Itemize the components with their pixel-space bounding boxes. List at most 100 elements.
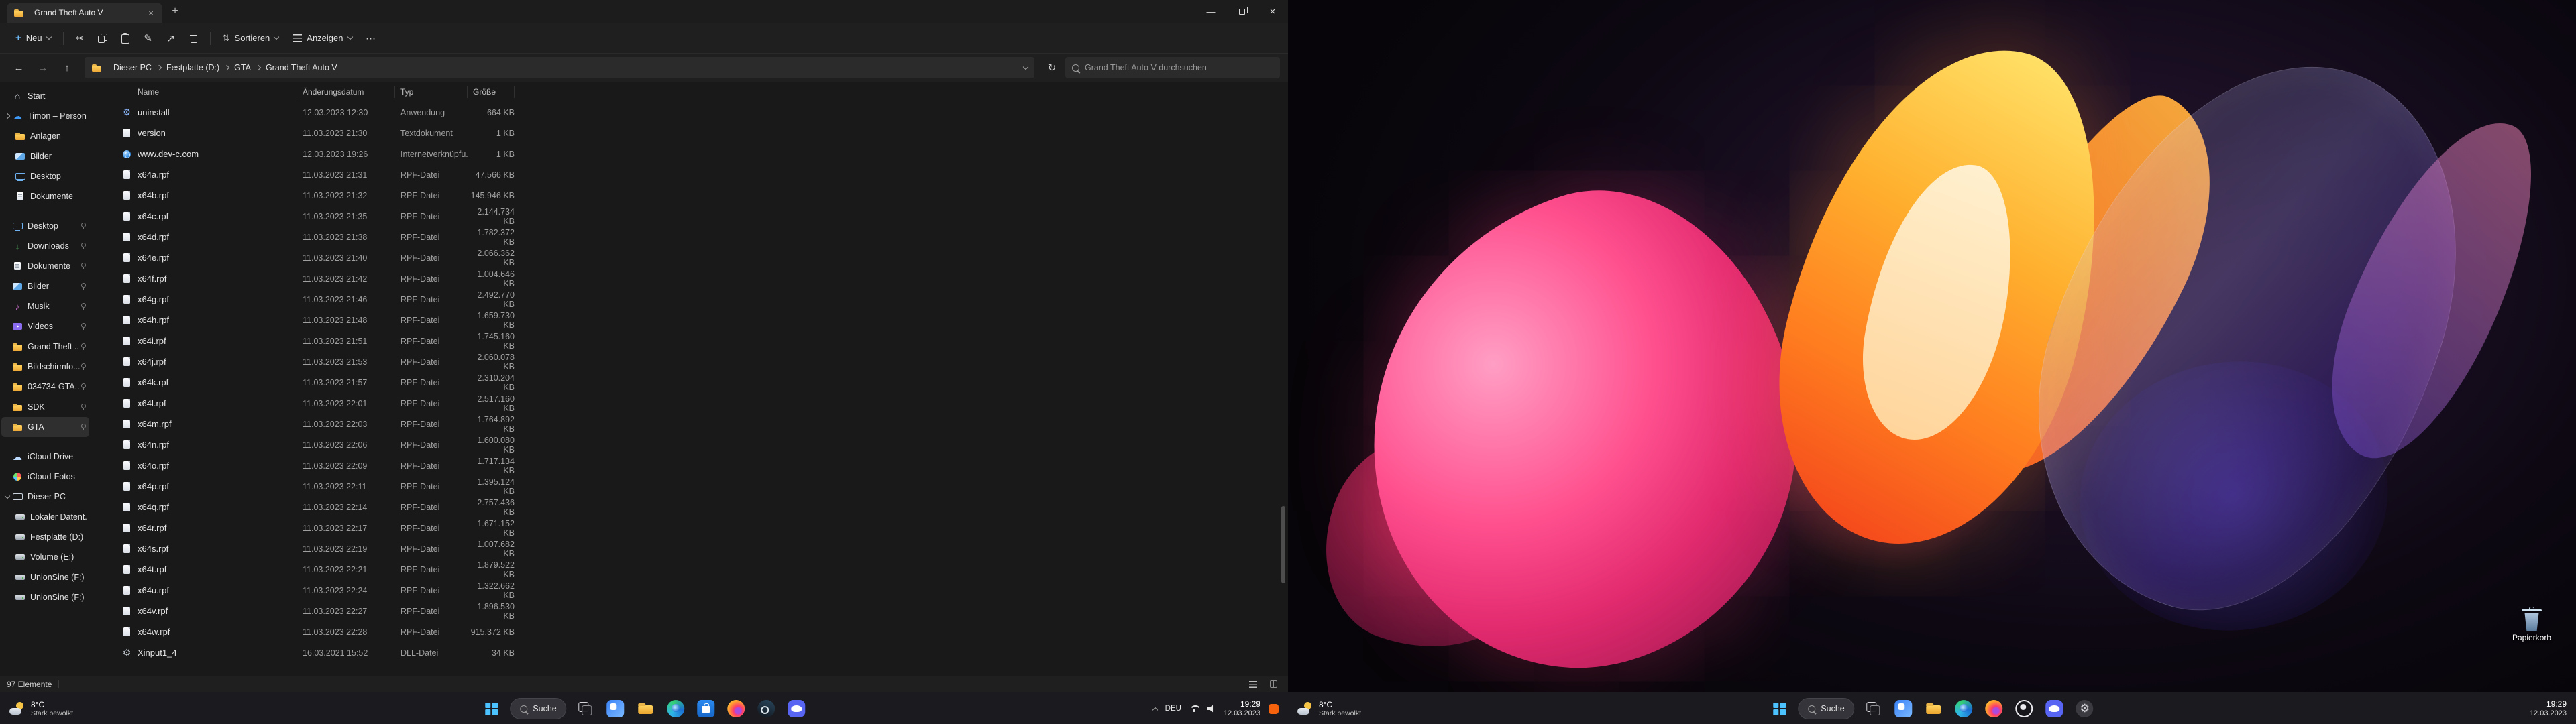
minimize-button[interactable]: — — [1195, 0, 1226, 23]
file-explorer-button[interactable] — [633, 695, 659, 722]
paste-button[interactable] — [114, 28, 137, 48]
sidebar-item-bilder[interactable]: Bilder — [1, 146, 89, 166]
breadcrumb-item[interactable]: Dieser PC — [111, 62, 154, 74]
sidebar-item-dokumente[interactable]: Dokumente — [1, 186, 89, 206]
tray-chevron-up-icon[interactable] — [1152, 707, 1157, 712]
table-row[interactable]: ⚙uninstall12.03.2023 12:30Anwendung664 K… — [91, 102, 1288, 123]
table-row[interactable]: x64p.rpf11.03.2023 22:11RPF-Datei1.395.1… — [91, 476, 1288, 497]
sidebar-item-festplatte-d[interactable]: Festplatte (D:) — [1, 527, 89, 547]
chevron-down-icon[interactable] — [5, 493, 10, 498]
taskbar-search[interactable]: Suche — [1798, 698, 1854, 719]
share-button[interactable]: ↗ — [160, 28, 182, 48]
weather-widget[interactable]: 8°CStark bewölkt — [0, 692, 83, 724]
close-button[interactable]: × — [1257, 0, 1288, 23]
column-header-name[interactable]: Name — [121, 86, 297, 98]
table-row[interactable]: x64r.rpf11.03.2023 22:17RPF-Datei1.671.1… — [91, 518, 1288, 538]
recycle-bin[interactable]: Papierkorb — [2508, 607, 2556, 642]
refresh-button[interactable]: ↻ — [1041, 58, 1063, 78]
restore-button[interactable] — [1226, 0, 1257, 23]
sidebar-item-downloads[interactable]: ↓Downloads — [1, 236, 89, 256]
sidebar-item-dieser-pc[interactable]: Dieser PC — [1, 487, 89, 507]
sidebar-item-desktop[interactable]: Desktop — [1, 166, 89, 186]
details-view-button[interactable] — [1245, 678, 1261, 690]
table-row[interactable]: x64k.rpf11.03.2023 21:57RPF-Datei2.310.2… — [91, 372, 1288, 393]
table-row[interactable]: x64j.rpf11.03.2023 21:53RPF-Datei2.060.0… — [91, 351, 1288, 372]
table-row[interactable]: x64b.rpf11.03.2023 21:32RPF-Datei145.946… — [91, 185, 1288, 206]
back-button[interactable]: ← — [8, 58, 30, 78]
chevron-right-icon[interactable] — [5, 113, 10, 119]
scrollbar-thumb[interactable] — [1281, 506, 1285, 583]
up-button[interactable]: ↑ — [56, 58, 78, 78]
table-row[interactable]: x64s.rpf11.03.2023 22:19RPF-Datei1.007.6… — [91, 538, 1288, 559]
table-row[interactable]: x64q.rpf11.03.2023 22:14RPF-Datei2.757.4… — [91, 497, 1288, 518]
table-row[interactable]: x64e.rpf11.03.2023 21:40RPF-Datei2.066.3… — [91, 247, 1288, 268]
breadcrumb-item[interactable]: Festplatte (D:) — [164, 62, 222, 74]
forward-button[interactable]: → — [32, 58, 54, 78]
new-button[interactable]: + Neu — [8, 27, 58, 49]
new-tab-button[interactable]: + — [169, 5, 181, 17]
sidebar-item-unionsine-f[interactable]: UnionSine (F:) — [1, 587, 89, 607]
table-row[interactable]: x64v.rpf11.03.2023 22:27RPF-Datei1.896.5… — [91, 601, 1288, 621]
notification-badge[interactable] — [1269, 704, 1279, 714]
settings-button[interactable]: ⚙ — [2072, 695, 2098, 722]
column-header-type[interactable]: Typ — [395, 86, 468, 98]
firefox-button[interactable] — [723, 695, 750, 722]
table-row[interactable]: x64d.rpf11.03.2023 21:38RPF-Datei1.782.3… — [91, 227, 1288, 247]
task-view-button[interactable] — [572, 695, 599, 722]
table-row[interactable]: x64c.rpf11.03.2023 21:35RPF-Datei2.144.7… — [91, 206, 1288, 227]
table-row[interactable]: x64h.rpf11.03.2023 21:48RPF-Datei1.659.7… — [91, 310, 1288, 330]
table-row[interactable]: x64f.rpf11.03.2023 21:42RPF-Datei1.004.6… — [91, 268, 1288, 289]
table-row[interactable]: x64u.rpf11.03.2023 22:24RPF-Datei1.322.6… — [91, 580, 1288, 601]
volume-icon[interactable] — [1207, 705, 1216, 713]
table-row[interactable]: version11.03.2023 21:30Textdokument1 KB — [91, 123, 1288, 143]
sidebar-item-unionsine-f[interactable]: UnionSine (F:) — [1, 567, 89, 587]
widgets-button[interactable] — [1890, 695, 1917, 722]
table-row[interactable]: www.dev-c.com12.03.2023 19:26Internetver… — [91, 143, 1288, 164]
discord-button[interactable] — [784, 695, 810, 722]
table-row[interactable]: x64i.rpf11.03.2023 21:51RPF-Datei1.745.1… — [91, 330, 1288, 351]
sidebar-item-anlagen[interactable]: Anlagen — [1, 126, 89, 146]
table-row[interactable]: x64t.rpf11.03.2023 22:21RPF-Datei1.879.5… — [91, 559, 1288, 580]
weather-widget[interactable]: 8°CStark bewölkt — [1288, 692, 1371, 724]
breadcrumb[interactable]: Dieser PC Festplatte (D:) GTA Grand Theft A… — [85, 57, 1034, 78]
start-button[interactable] — [478, 695, 504, 722]
file-explorer-button[interactable] — [1921, 695, 1947, 722]
sidebar-item-icloud-fotos[interactable]: iCloud-Fotos — [1, 467, 89, 487]
table-row[interactable]: x64n.rpf11.03.2023 22:06RPF-Datei1.600.0… — [91, 434, 1288, 455]
sidebar-item-034734-gta[interactable]: 034734-GTA... — [1, 377, 89, 397]
copy-button[interactable] — [91, 28, 114, 48]
view-button[interactable]: Anzeigen — [286, 27, 359, 49]
task-view-button[interactable] — [1860, 695, 1887, 722]
table-row[interactable]: ⚙Xinput1_416.03.2021 15:52DLL-Datei34 KB — [91, 642, 1288, 663]
sidebar-item-bildschirmfo[interactable]: Bildschirmfo... — [1, 357, 89, 377]
cut-button[interactable]: ✂ — [68, 28, 91, 48]
address-dropdown-icon[interactable] — [1023, 64, 1028, 69]
search-input[interactable] — [1085, 63, 1273, 72]
store-button[interactable] — [693, 695, 720, 722]
sidebar-item-icloud-drive[interactable]: ☁iCloud Drive — [1, 446, 89, 467]
delete-button[interactable] — [182, 28, 205, 48]
breadcrumb-item[interactable]: Grand Theft Auto V — [263, 62, 340, 74]
firefox-button[interactable] — [1981, 695, 2008, 722]
sidebar-item-grand-theft[interactable]: Grand Theft ... — [1, 337, 89, 357]
sort-button[interactable]: ⇅ Sortieren — [215, 27, 286, 49]
sidebar-item-lokaler-datent[interactable]: Lokaler Datent... — [1, 507, 89, 527]
table-row[interactable]: x64w.rpf11.03.2023 22:28RPF-Datei915.372… — [91, 621, 1288, 642]
sidebar-item-musik[interactable]: ♪Musik — [1, 296, 89, 316]
sidebar-item-dokumente[interactable]: Dokumente — [1, 256, 89, 276]
clock[interactable]: 19:2912.03.2023 — [2530, 699, 2567, 719]
table-row[interactable]: x64g.rpf11.03.2023 21:46RPF-Datei2.492.7… — [91, 289, 1288, 310]
sidebar-item-sdk[interactable]: SDK — [1, 397, 89, 417]
icons-view-button[interactable] — [1265, 678, 1281, 690]
widgets-button[interactable] — [602, 695, 629, 722]
obs-button[interactable] — [2011, 695, 2038, 722]
taskbar-search[interactable]: Suche — [510, 698, 566, 719]
table-row[interactable]: x64m.rpf11.03.2023 22:03RPF-Datei1.764.8… — [91, 414, 1288, 434]
sidebar-item-timon-pers-n[interactable]: ☁Timon – Persön... — [1, 106, 89, 126]
tab-close-icon[interactable]: × — [145, 7, 157, 19]
column-header-size[interactable]: Größe — [468, 86, 515, 98]
steam-button[interactable] — [753, 695, 780, 722]
breadcrumb-item[interactable]: GTA — [231, 62, 254, 74]
sidebar-item-videos[interactable]: Videos — [1, 316, 89, 337]
start-button[interactable] — [1766, 695, 1792, 722]
